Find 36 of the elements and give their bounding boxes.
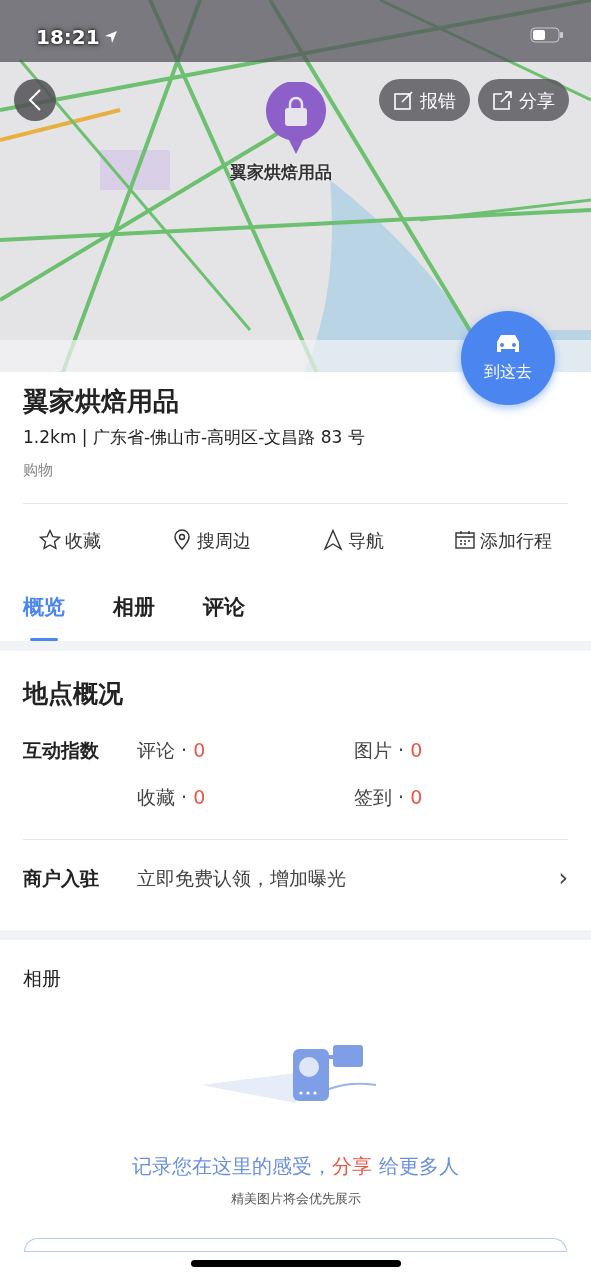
prompt-text: 记录您在这里的感受，分享 给更多人 [131,1152,460,1180]
navigation-icon [321,529,344,551]
stat-text: 图片 · 0 [354,738,424,763]
section-title: 地点概况 [23,677,124,710]
share-icon [492,89,513,111]
claim-link[interactable]: 立即免费认领，增加曝光 [137,863,559,893]
edit-icon [393,89,414,111]
action-button[interactable]: 添加行程 [454,526,552,554]
place-title: 翼家烘焙用品 [23,385,180,418]
battery-icon [530,27,564,43]
back-icon [28,88,42,112]
report-button[interactable]: 报错 [379,79,470,121]
category-text: 购物 [23,459,54,481]
calendar-icon [454,529,476,551]
marker-label: 翼家烘焙用品 [230,161,332,184]
stat-text: 评论 · 0 [137,738,207,763]
tab[interactable]: 相册 [113,592,155,638]
stat-text: 收藏 · 0 [137,784,207,810]
tab[interactable]: 概览 [23,592,65,638]
section-title: 相册 [23,966,62,991]
tab[interactable]: 评论 [203,592,245,638]
row-label: 商户入驻 [23,865,100,891]
hint-text: 精美图片将会优先展示 [229,1189,362,1208]
row-label: 互动指数 [23,738,100,763]
address-text: 1.2km | 广东省-佛山市-高明区-文昌路 83 号 [23,426,366,449]
status-time: 18:21 [36,24,100,51]
action-button[interactable]: 收藏 [39,526,101,554]
action-button[interactable]: 搜周边 [171,526,252,554]
chevron-icon[interactable]: › [558,860,568,896]
share-button[interactable]: 分享 [478,79,569,121]
stat-text: 签到 · 0 [354,784,424,810]
action-button[interactable]: 导航 [321,526,384,554]
star-icon [39,529,61,551]
tab-underline [30,637,58,641]
bag-marker-icon [265,82,327,156]
location-arrow-icon [103,30,118,44]
